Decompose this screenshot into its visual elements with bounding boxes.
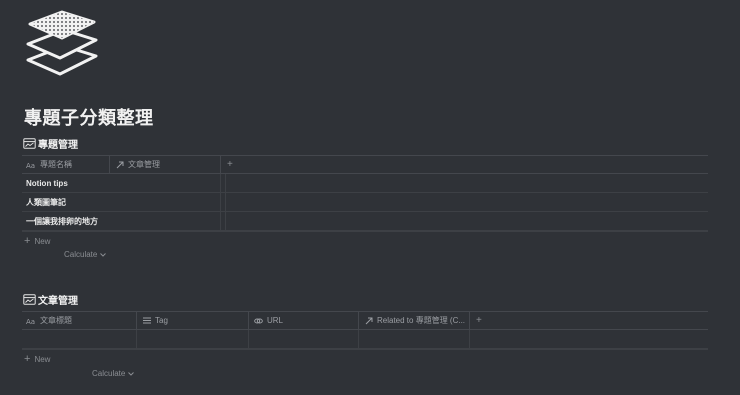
- link-icon: [254, 317, 263, 325]
- database-table-文章管理: Aa 文章標題 Tag URL Related to 專題管理 (C... + …: [22, 311, 708, 368]
- column-header-url[interactable]: URL: [249, 312, 359, 329]
- text-aa-icon: Aa: [26, 161, 36, 169]
- column-header-related-to[interactable]: Related to 專題管理 (C...: [359, 312, 470, 329]
- relation-arrow-icon: [116, 161, 124, 169]
- column-header-文章管理[interactable]: 文章管理: [110, 156, 221, 173]
- cell-title[interactable]: 一個讓我排卵的地方: [22, 212, 221, 230]
- column-header-文章標題[interactable]: Aa 文章標題: [22, 312, 137, 329]
- table-row[interactable]: 人類圖筆記: [22, 193, 708, 212]
- cell-title[interactable]: [22, 330, 137, 348]
- plus-icon: +: [24, 234, 31, 247]
- column-label: Related to 專題管理 (C...: [377, 316, 466, 325]
- list-icon: [143, 317, 151, 324]
- notion-page: 專題子分類整理 專題管理 Aa 專題名稱 文章管理 + Notion tips …: [0, 0, 740, 395]
- page-title: 專題子分類整理: [24, 108, 154, 128]
- database-table-專題管理: Aa 專題名稱 文章管理 + Notion tips 人類圖筆記 一個讓我排卵的…: [22, 155, 708, 250]
- chevron-down-icon: [100, 250, 107, 259]
- cell-relation[interactable]: [221, 193, 226, 211]
- svg-text:Aa: Aa: [26, 162, 35, 169]
- column-label: 文章標題: [40, 316, 72, 325]
- table-header: Aa 文章標題 Tag URL Related to 專題管理 (C... +: [22, 311, 708, 330]
- database-title-文章管理[interactable]: 文章管理: [23, 292, 78, 307]
- new-label: New: [34, 354, 51, 364]
- calculate-label: Calculate: [64, 250, 98, 259]
- cell-relation[interactable]: [221, 174, 226, 192]
- new-row-button[interactable]: + New: [22, 349, 708, 368]
- cell-relation[interactable]: [221, 212, 226, 230]
- add-column-button[interactable]: +: [470, 312, 482, 329]
- table-icon: [23, 138, 36, 149]
- column-label: Tag: [155, 316, 168, 325]
- database-title-text: 文章管理: [38, 296, 78, 307]
- text-aa-icon: Aa: [26, 317, 36, 325]
- column-label: URL: [267, 316, 284, 325]
- cell-title[interactable]: Notion tips: [22, 174, 221, 192]
- column-header-tag[interactable]: Tag: [137, 312, 249, 329]
- cell-title[interactable]: 人類圖筆記: [22, 193, 221, 211]
- new-label: New: [34, 236, 51, 246]
- table-row[interactable]: [22, 330, 708, 349]
- table-row[interactable]: Notion tips: [22, 174, 708, 193]
- column-label: 專題名稱: [40, 160, 72, 169]
- relation-arrow-icon: [365, 317, 373, 325]
- table-row[interactable]: 一個讓我排卵的地方: [22, 212, 708, 231]
- calculate-dropdown[interactable]: Calculate: [64, 250, 107, 259]
- column-label: 文章管理: [128, 160, 160, 169]
- calculate-dropdown[interactable]: Calculate: [92, 369, 135, 378]
- cell-url[interactable]: [249, 330, 359, 348]
- layers-icon[interactable]: [24, 8, 100, 80]
- table-header: Aa 專題名稱 文章管理 +: [22, 155, 708, 174]
- calculate-label: Calculate: [92, 369, 126, 378]
- new-row-button[interactable]: + New: [22, 231, 708, 250]
- column-header-專題名稱[interactable]: Aa 專題名稱: [22, 156, 110, 173]
- svg-text:Aa: Aa: [26, 318, 35, 325]
- cell-relation[interactable]: [359, 330, 470, 348]
- cell-tag[interactable]: [137, 330, 249, 348]
- chevron-down-icon: [128, 369, 135, 378]
- plus-icon: +: [24, 352, 31, 365]
- database-title-專題管理[interactable]: 專題管理: [23, 136, 78, 151]
- add-column-button[interactable]: +: [221, 156, 233, 173]
- database-title-text: 專題管理: [38, 140, 78, 151]
- table-icon: [23, 294, 36, 305]
